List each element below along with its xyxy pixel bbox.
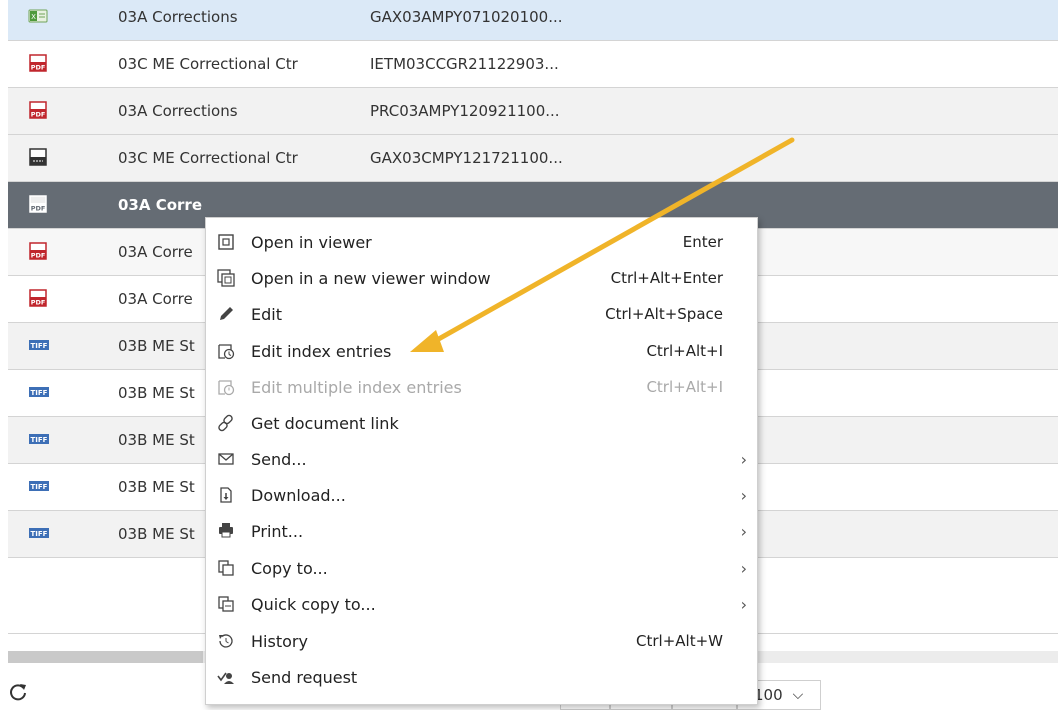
table-row[interactable]: PDF 03A Corrections PRC03AMPY120921100..… [8, 88, 1058, 135]
document-name: 03A Corrections [118, 8, 238, 26]
tiff-icon: TIFF [28, 429, 49, 449]
chevron-right-icon: › [740, 594, 747, 614]
chevron-right-icon: › [740, 485, 747, 505]
history-icon [216, 631, 236, 651]
document-name: 03B ME St [118, 525, 195, 543]
menu-item-shortcut: Ctrl+Alt+I [646, 378, 723, 396]
document-name: 03B ME St [118, 431, 195, 449]
menu-item-print[interactable]: Print... › [206, 513, 757, 549]
menu-item-label: Edit [251, 304, 282, 324]
menu-item-open-new-viewer-window[interactable]: Open in a new viewer window Ctrl+Alt+Ent… [206, 260, 757, 296]
svg-text:TIFF: TIFF [31, 389, 48, 397]
menu-item-label: Edit multiple index entries [251, 377, 462, 397]
svg-text:PDF: PDF [31, 299, 46, 307]
new-window-icon [216, 268, 236, 288]
table-row[interactable]: PDF 03C ME Correctional Ctr IETM03CCGR21… [8, 41, 1058, 88]
menu-item-label: Open in a new viewer window [251, 268, 491, 288]
envelope-icon [216, 449, 236, 469]
chevron-right-icon: › [740, 521, 747, 541]
menu-item-edit-index-entries[interactable]: Edit index entries Ctrl+Alt+I [206, 333, 757, 369]
horizontal-scrollbar-thumb[interactable] [8, 651, 203, 663]
menu-item-send-request[interactable]: Send request [206, 659, 757, 695]
tiff-icon: TIFF [28, 382, 49, 402]
menu-item-label: Edit index entries [251, 341, 392, 361]
menu-item-label: Send... [251, 449, 307, 469]
tiff-icon: TIFF [28, 523, 49, 543]
chevron-right-icon: › [740, 558, 747, 578]
menu-item-edit[interactable]: Edit Ctrl+Alt+Space [206, 296, 757, 332]
svg-text:TIFF: TIFF [31, 436, 48, 444]
svg-text:TIFF: TIFF [31, 530, 48, 538]
svg-text:PDF: PDF [31, 205, 46, 213]
copy-icon [216, 558, 236, 578]
printer-icon [216, 521, 236, 541]
pdf-icon: PDF [28, 194, 48, 214]
document-name: 03B ME St [118, 478, 195, 496]
pdf-icon: PDF [28, 241, 48, 261]
menu-item-get-document-link[interactable]: Get document link [206, 405, 757, 441]
menu-item-label: Copy to... [251, 558, 328, 578]
menu-item-shortcut: Ctrl+Alt+I [646, 342, 723, 360]
svg-text:PDF: PDF [31, 252, 46, 260]
menu-item-download[interactable]: Download... › [206, 477, 757, 513]
document-name: 03A Corre [118, 196, 202, 214]
menu-item-shortcut: Enter [682, 233, 723, 251]
document-name: 03A Corre [118, 243, 193, 261]
excel-icon: X [28, 6, 48, 26]
menu-item-shortcut: Ctrl+Alt+Space [605, 305, 723, 323]
pdf-icon: PDF [28, 288, 48, 308]
menu-item-label: Download... [251, 485, 346, 505]
document-name: 03C ME Correctional Ctr [118, 55, 298, 73]
chevron-down-icon: ⌵ [792, 687, 804, 703]
pdf-icon: PDF [28, 100, 48, 120]
menu-item-label: Print... [251, 521, 304, 541]
send-request-icon [216, 667, 236, 687]
document-id: GAX03AMPY071020100... [370, 8, 563, 26]
page-size-value: 100 [754, 686, 783, 704]
document-name: 03C ME Correctional Ctr [118, 149, 298, 167]
table-row[interactable]: 03C ME Correctional Ctr GAX03CMPY1217211… [8, 135, 1058, 182]
svg-text:TIFF: TIFF [31, 483, 48, 491]
viewer-icon [216, 232, 236, 252]
svg-text:X: X [31, 13, 36, 21]
link-icon [216, 413, 236, 433]
menu-item-label: Get document link [251, 413, 399, 433]
refresh-icon[interactable] [8, 682, 30, 704]
pdf-icon: PDF [28, 53, 48, 73]
chevron-right-icon: › [740, 449, 747, 469]
menu-item-send[interactable]: Send... › [206, 441, 757, 477]
document-id: IETM03CCGR21122903... [370, 55, 559, 73]
document-name: 03A Corre [118, 290, 193, 308]
menu-item-label: Open in viewer [251, 232, 372, 252]
multiple-index-icon [216, 377, 236, 397]
document-id: PRC03AMPY120921100... [370, 102, 560, 120]
svg-text:TIFF: TIFF [31, 342, 48, 350]
document-id: GAX03CMPY121721100... [370, 149, 563, 167]
download-icon [216, 485, 236, 505]
menu-item-copy-to[interactable]: Copy to... › [206, 550, 757, 586]
menu-item-shortcut: Ctrl+Alt+Enter [610, 269, 723, 287]
scanner-icon [28, 147, 48, 167]
document-name: 03B ME St [118, 337, 195, 355]
context-menu: Open in viewer Enter Open in a new viewe… [205, 217, 758, 705]
svg-text:PDF: PDF [31, 111, 46, 119]
menu-item-shortcut: Ctrl+Alt+W [636, 632, 723, 650]
index-entries-icon [216, 341, 236, 361]
menu-item-label: History [251, 631, 308, 651]
menu-item-quick-copy-to[interactable]: Quick copy to... › [206, 586, 757, 622]
menu-item-history[interactable]: History Ctrl+Alt+W [206, 623, 757, 659]
menu-item-open-in-viewer[interactable]: Open in viewer Enter [206, 224, 757, 260]
tiff-icon: TIFF [28, 476, 49, 496]
quick-copy-icon [216, 594, 236, 614]
pencil-icon [216, 304, 236, 324]
document-name: 03B ME St [118, 384, 195, 402]
menu-item-label: Quick copy to... [251, 594, 376, 614]
tiff-icon: TIFF [28, 335, 49, 355]
table-row[interactable]: X 03A Corrections GAX03AMPY071020100... [8, 0, 1058, 41]
menu-item-label: Send request [251, 667, 358, 687]
document-name: 03A Corrections [118, 102, 238, 120]
svg-text:PDF: PDF [31, 64, 46, 72]
menu-item-edit-multiple-index-entries: Edit multiple index entries Ctrl+Alt+I [206, 369, 757, 405]
